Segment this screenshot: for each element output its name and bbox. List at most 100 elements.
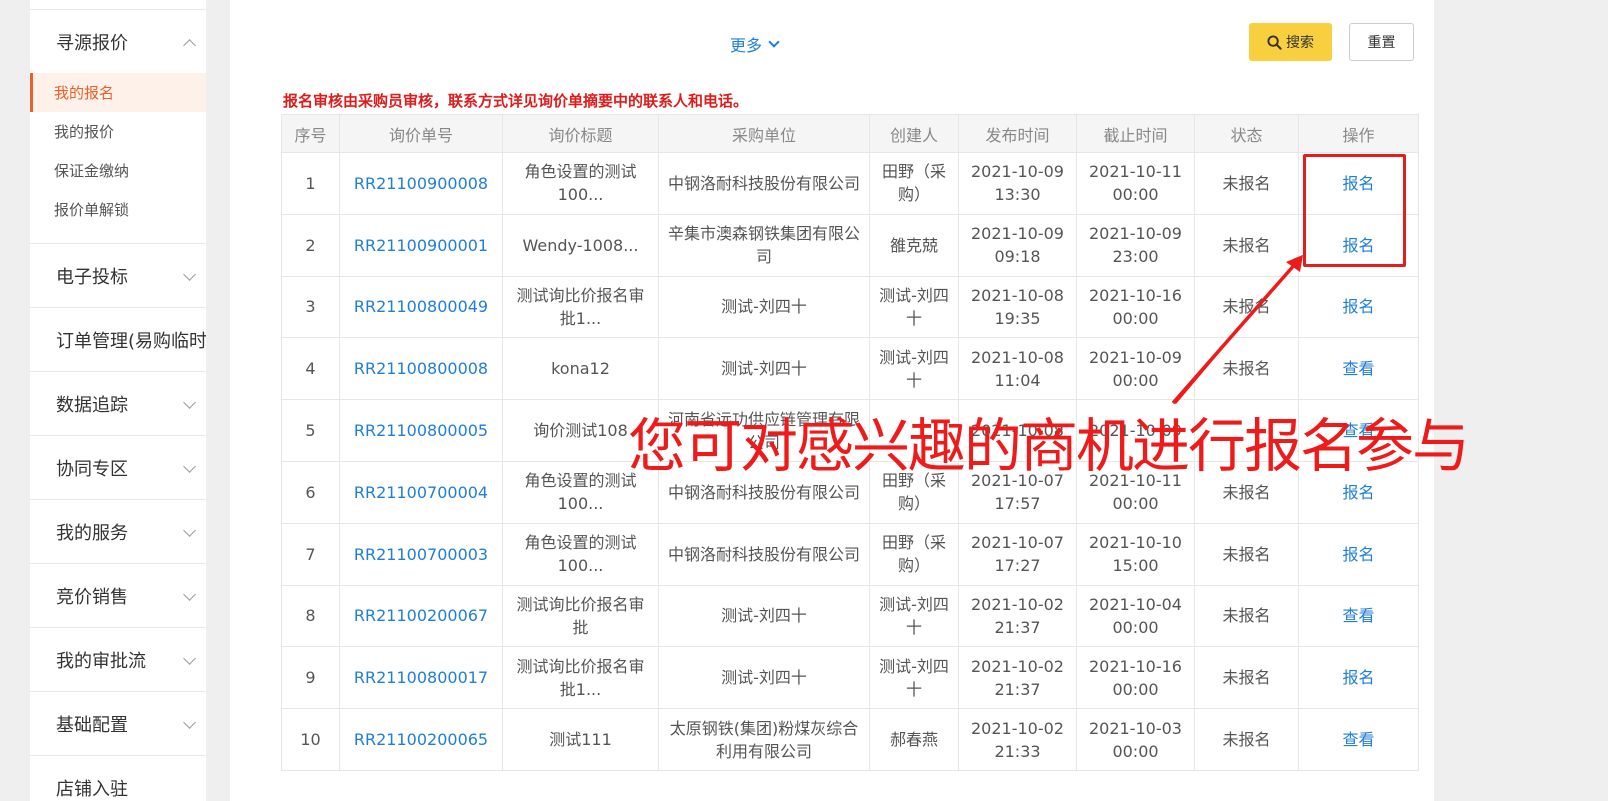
table-row: 9 RR21100800017 测试询比价报名审批1... 测试-刘四十 测试-… [281, 646, 1419, 710]
cell-title: 角色设置的测试100... [502, 152, 659, 215]
search-button-label: 搜索 [1286, 35, 1314, 51]
cell-status: 未报名 [1194, 708, 1299, 771]
cell-deadline: 2021-10-16 00:00 [1076, 646, 1195, 710]
sidebar-section-label: 协同专区 [56, 458, 128, 480]
cell-deadline: 2021-10-11 00:00 [1076, 152, 1195, 215]
sidebar-section-header[interactable]: 寻源报价 [30, 10, 206, 73]
inquiry-code-link[interactable]: RR21100700003 [339, 522, 503, 586]
sidebar-section-header[interactable]: 协同专区 [30, 436, 206, 499]
register-link[interactable]: 报名 [1298, 213, 1419, 277]
column-header-no: 序号 [281, 114, 340, 153]
cell-status: 未报名 [1194, 522, 1299, 586]
inquiry-code-link[interactable]: RR21100900001 [339, 213, 503, 277]
cell-no: 1 [281, 152, 340, 215]
cell-no: 2 [281, 213, 340, 277]
table-header-row: 序号 询价单号 询价标题 采购单位 创建人 发布时间 截止时间 状态 操作 [281, 114, 1419, 153]
sidebar-section-basic-config: 基础配置 [30, 692, 206, 756]
register-link[interactable]: 报名 [1298, 522, 1419, 586]
cell-publish-time: 2021-10-09 13:30 [958, 152, 1077, 215]
inquiry-code-link[interactable]: RR21100800008 [339, 337, 503, 401]
column-header-action: 操作 [1298, 114, 1419, 153]
cell-unit: 测试-刘四十 [658, 646, 870, 710]
table-row: 8 RR21100200067 测试询比价报名审批 测试-刘四十 测试-刘四十 … [281, 584, 1419, 648]
cell-publish-time: 2021-10-02 21:37 [958, 646, 1077, 710]
inquiry-code-link[interactable]: RR21100700004 [339, 460, 503, 524]
sidebar-section-header[interactable]: 电子投标 [30, 244, 206, 307]
column-header-unit: 采购单位 [658, 114, 870, 153]
sidebar-section-label: 我的审批流 [56, 650, 146, 672]
inquiry-code-link[interactable]: RR21100900008 [339, 152, 503, 215]
sidebar-item-my-quote[interactable]: 我的报价 [30, 112, 206, 151]
column-header-title: 询价标题 [502, 114, 659, 153]
cell-publish-time: 2021-10-09 09:18 [958, 213, 1077, 277]
sidebar-item-my-registration[interactable]: 我的报名 [30, 73, 206, 112]
sidebar-item-quote-unlock[interactable]: 报价单解锁 [30, 190, 206, 229]
column-header-code: 询价单号 [339, 114, 503, 153]
cell-publish-time: 2021-10-02 21:37 [958, 584, 1077, 648]
cell-deadline: 2021-10-09 00:00 [1076, 337, 1195, 401]
view-link[interactable]: 查看 [1298, 708, 1419, 771]
cell-unit: 测试-刘四十 [658, 584, 870, 648]
cell-title: 测试询比价报名审批1... [502, 646, 659, 710]
cell-unit: 辛集市澳森钢铁集团有限公司 [658, 213, 870, 277]
sidebar: 寻源报价 我的报名 我的报价 保证金缴纳 报价单解锁 电子投标 订单管理(易购临… [30, 0, 206, 801]
sidebar-section-data-tracking: 数据追踪 [30, 372, 206, 436]
inquiry-code-link[interactable]: RR21100200067 [339, 584, 503, 648]
cell-deadline: 2021-10-03 00:00 [1076, 708, 1195, 771]
cell-title: 角色设置的测试100... [502, 522, 659, 586]
sidebar-section-header[interactable]: 订单管理(易购临时 [30, 308, 206, 371]
sidebar-section-header[interactable]: 数据追踪 [30, 372, 206, 435]
chevron-down-icon [183, 268, 196, 281]
chevron-down-icon [183, 524, 196, 537]
chevron-down-icon [183, 716, 196, 729]
cell-no: 3 [281, 275, 340, 339]
cell-creator: 测试-刘四十 [869, 646, 959, 710]
table-row: 3 RR21100800049 测试询比价报名审批1... 测试-刘四十 测试-… [281, 275, 1419, 339]
sidebar-section-label: 订单管理(易购临时 [56, 330, 206, 352]
cell-creator: 田野（采购） [869, 152, 959, 215]
inquiry-code-link[interactable]: RR21100200065 [339, 708, 503, 771]
inquiry-code-link[interactable]: RR21100800017 [339, 646, 503, 710]
table-row: 10 RR21100200065 测试111 太原钢铁(集团)粉煤灰综合利用有限… [281, 708, 1419, 771]
chevron-down-icon [183, 460, 196, 473]
inquiry-code-link[interactable]: RR21100800005 [339, 399, 503, 462]
sidebar-section-label: 寻源报价 [56, 32, 128, 54]
annotation-caption: 您可对感兴趣的商机进行报名参与 [628, 412, 1470, 480]
chevron-down-icon [183, 396, 196, 409]
sidebar-section-label: 基础配置 [56, 714, 128, 736]
sidebar-section-header[interactable]: 店铺入驻 [30, 756, 206, 801]
sidebar-section-header[interactable]: 基础配置 [30, 692, 206, 755]
chevron-down-icon [768, 36, 780, 48]
cell-deadline: 2021-10-04 00:00 [1076, 584, 1195, 648]
cell-creator: 郝春燕 [869, 708, 959, 771]
reset-button[interactable]: 重置 [1349, 23, 1414, 61]
sidebar-item-deposit-payment[interactable]: 保证金缴纳 [30, 151, 206, 190]
sidebar-section-approval-flow: 我的审批流 [30, 628, 206, 692]
sidebar-section-header[interactable]: 竞价销售 [30, 564, 206, 627]
cell-no: 8 [281, 584, 340, 648]
table-row: 7 RR21100700003 角色设置的测试100... 中钢洛耐科技股份有限… [281, 522, 1419, 586]
sidebar-section-header[interactable]: 我的审批流 [30, 628, 206, 691]
cell-creator: 测试-刘四十 [869, 584, 959, 648]
search-button[interactable]: 搜索 [1249, 23, 1332, 61]
register-link[interactable]: 报名 [1298, 152, 1419, 215]
sidebar-section-header[interactable]: 我的服务 [30, 500, 206, 563]
register-link[interactable]: 报名 [1298, 275, 1419, 339]
register-link[interactable]: 报名 [1298, 646, 1419, 710]
cell-status: 未报名 [1194, 275, 1299, 339]
cell-unit: 测试-刘四十 [658, 275, 870, 339]
cell-no: 7 [281, 522, 340, 586]
cell-status: 未报名 [1194, 646, 1299, 710]
column-header-creator: 创建人 [869, 114, 959, 153]
more-filters-toggle[interactable]: 更多 [730, 32, 780, 56]
search-icon [1267, 34, 1282, 50]
view-link[interactable]: 查看 [1298, 337, 1419, 401]
cell-creator: 雒克兢 [869, 213, 959, 277]
inquiry-code-link[interactable]: RR21100800049 [339, 275, 503, 339]
cell-no: 9 [281, 646, 340, 710]
sidebar-section-label: 竞价销售 [56, 586, 128, 608]
cell-unit: 太原钢铁(集团)粉煤灰综合利用有限公司 [658, 708, 870, 771]
cell-publish-time: 2021-10-08 11:04 [958, 337, 1077, 401]
view-link[interactable]: 查看 [1298, 584, 1419, 648]
column-header-publish-time: 发布时间 [958, 114, 1077, 153]
